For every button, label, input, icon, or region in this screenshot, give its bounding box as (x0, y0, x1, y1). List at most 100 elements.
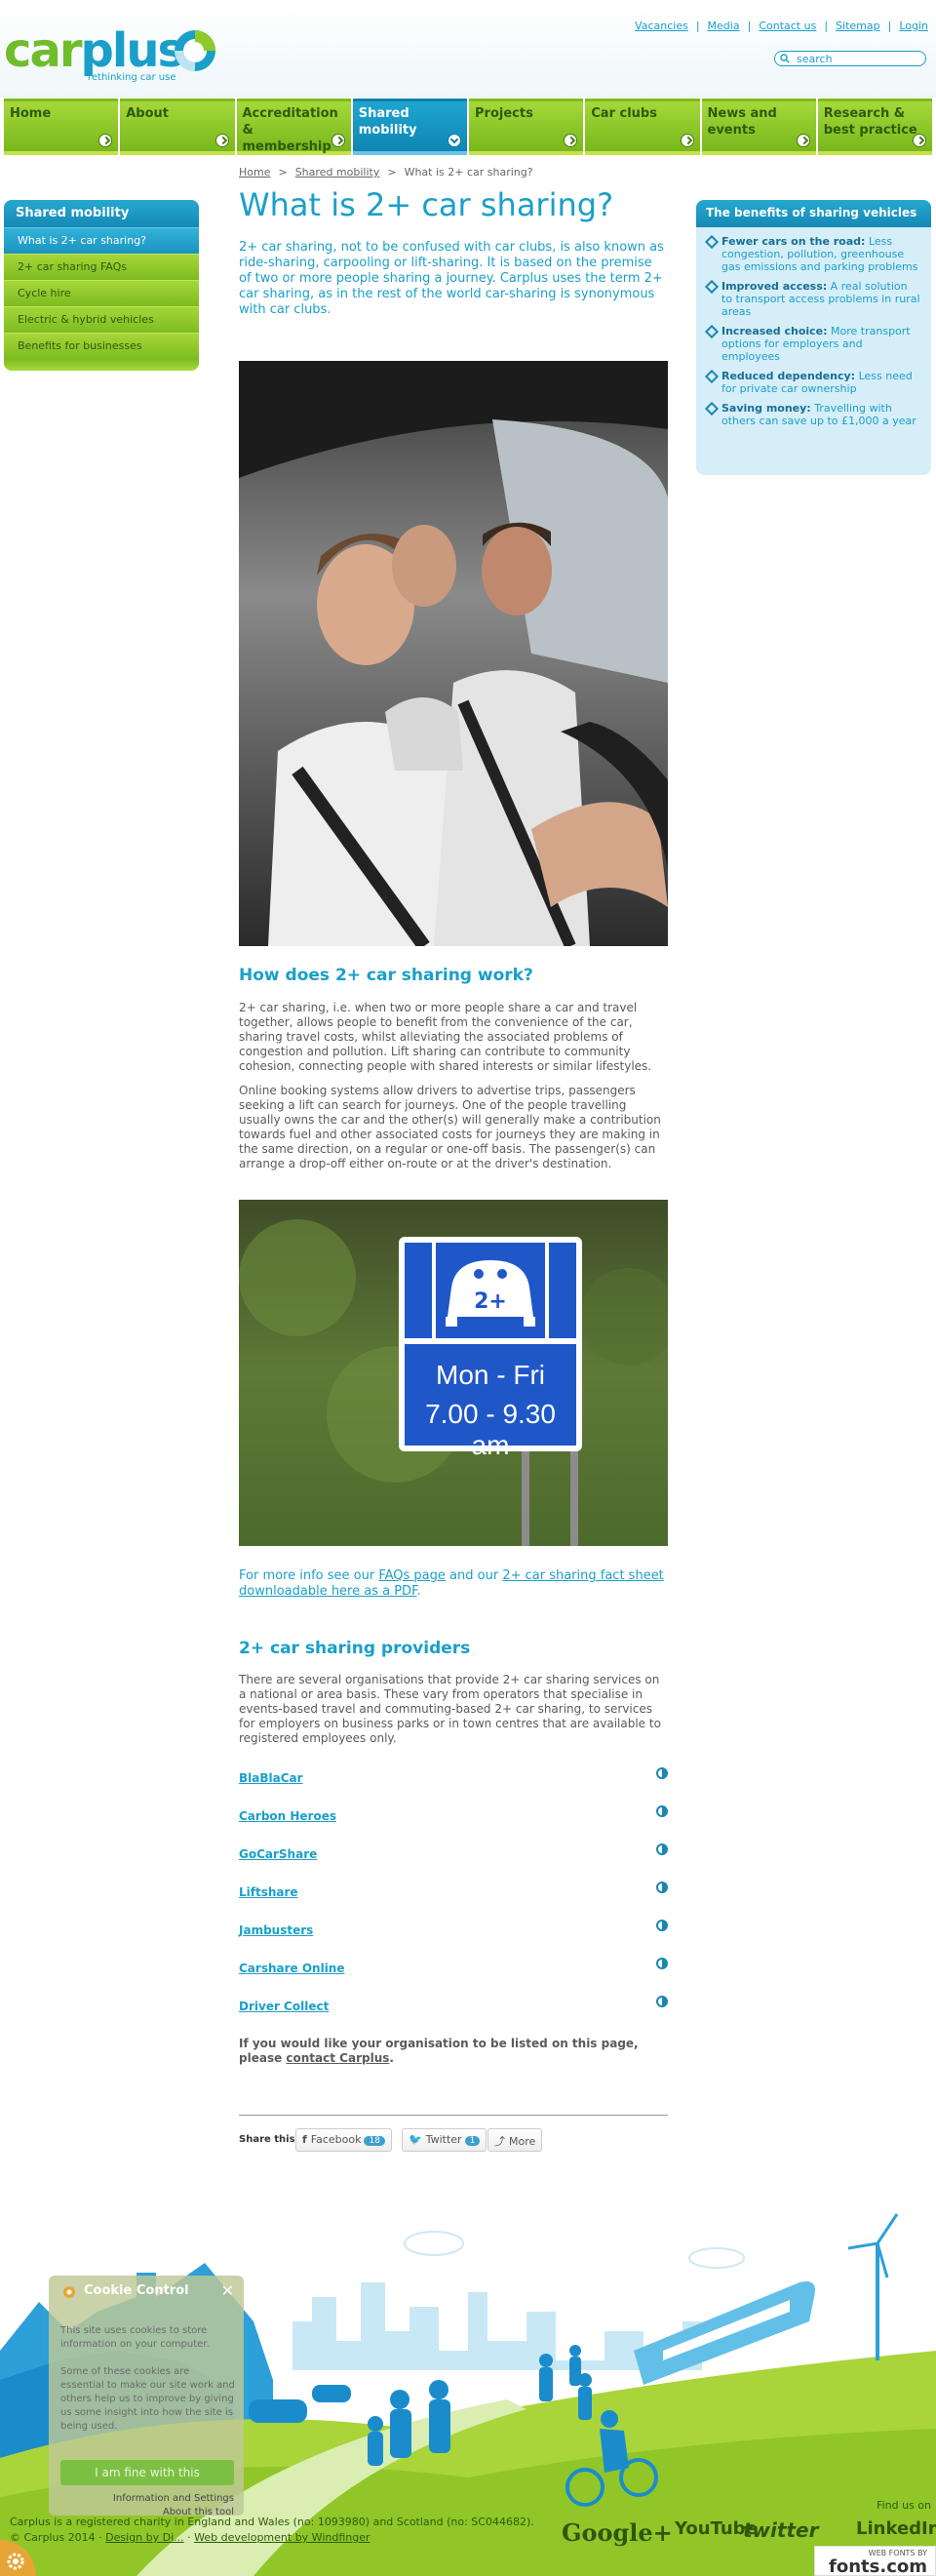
section-sidebar: Shared mobility What is 2+ car sharing? … (4, 200, 199, 371)
toplink-separator: | (824, 20, 829, 32)
nav-label: Shared mobility (358, 106, 417, 138)
expand-toggle-icon[interactable] (656, 1767, 668, 1779)
cookie-about-link[interactable]: About this tool (113, 2506, 234, 2519)
listing-text: . (389, 2051, 394, 2065)
benefit-item: Improved access: A real solution to tran… (706, 280, 921, 318)
provider-link-jambusters[interactable]: Jambusters (239, 1923, 313, 1937)
nav-car-clubs[interactable]: Car clubs (585, 99, 700, 155)
dev-credit-link[interactable]: Web development by Windfinger (194, 2531, 370, 2544)
breadcrumb-home[interactable]: Home (239, 166, 270, 178)
facebook-label: Facebook (310, 2133, 362, 2146)
benefit-item: Increased choice: More transport options… (706, 325, 921, 363)
benefits-title: The benefits of sharing vehicles (696, 200, 931, 227)
provider-row: Carshare Online (239, 1958, 668, 1979)
search-box (774, 51, 926, 66)
nav-shared-mobility[interactable]: Shared mobility (352, 99, 467, 155)
benefit-term: Fewer cars on the road: (722, 235, 866, 248)
nav-label: Accreditation & membership (242, 106, 338, 154)
more-info-text: and our (445, 1568, 503, 1583)
benefit-item: Reduced dependency: Less need for privat… (706, 370, 921, 395)
facebook-share-button[interactable]: f Facebook 18 (295, 2128, 392, 2152)
sidebar-title[interactable]: Shared mobility (4, 200, 199, 227)
expand-toggle-icon[interactable] (656, 1958, 668, 1969)
provider-link-carshare-online[interactable]: Carshare Online (239, 1962, 345, 1975)
cookie-title: Cookie Control (84, 2283, 189, 2298)
arrow-right-icon (680, 134, 694, 147)
nav-label: News and events (707, 106, 777, 138)
search-icon[interactable] (780, 54, 790, 63)
road-sign-photo: 2+ Mon - Fri 7.00 - 9.30 am (239, 1200, 668, 1546)
toplink-contact[interactable]: Contact us (759, 20, 816, 32)
share-icon: ⤴ (494, 2135, 505, 2148)
google-plus-link[interactable]: Google+ (562, 2518, 673, 2547)
expand-toggle-icon[interactable] (656, 1843, 668, 1855)
provider-link-driver-collect[interactable]: Driver Collect (239, 2000, 329, 2013)
arrow-right-icon (796, 134, 810, 147)
toplink-login[interactable]: Login (899, 20, 928, 32)
sidebar-item-electric-hybrid[interactable]: Electric & hybrid vehicles (4, 306, 199, 333)
arrow-right-icon (214, 134, 229, 147)
nav-home[interactable]: Home (4, 99, 119, 155)
provider-link-gocarshare[interactable]: GoCarShare (239, 1847, 317, 1861)
benefit-item: Saving money: Travelling with others can… (706, 402, 921, 427)
provider-row: GoCarShare (239, 1843, 668, 1865)
close-icon[interactable]: ✕ (221, 2281, 234, 2300)
sidebar-item-businesses[interactable]: Benefits for businesses (4, 333, 199, 359)
twitter-share-button[interactable]: 🐦 Twitter 1 (402, 2128, 488, 2152)
design-credit-link[interactable]: Design by Di... (105, 2531, 183, 2544)
breadcrumb-separator: > (387, 166, 397, 178)
twitter-label: Twitter (425, 2133, 462, 2146)
expand-toggle-icon[interactable] (656, 1882, 668, 1893)
search-input[interactable] (797, 52, 921, 65)
provider-row: Driver Collect (239, 1996, 668, 2017)
benefit-term: Saving money: (722, 402, 811, 415)
nav-accreditation[interactable]: Accreditation & membership (236, 99, 351, 155)
faqs-page-link[interactable]: FAQs page (378, 1568, 446, 1583)
toplink-sitemap[interactable]: Sitemap (836, 20, 880, 32)
logo-wordmark: carplus (4, 23, 186, 78)
breadcrumb-section[interactable]: Shared mobility (295, 166, 380, 178)
section-heading-how: How does 2+ car sharing work? (239, 966, 533, 985)
provider-link-liftshare[interactable]: Liftshare (239, 1885, 298, 1899)
toplink-vacancies[interactable]: Vacancies (635, 20, 688, 32)
benefits-box: The benefits of sharing vehicles Fewer c… (696, 200, 931, 475)
expand-toggle-icon[interactable] (656, 1805, 668, 1817)
sidebar-item-what-is-car-sharing[interactable]: What is 2+ car sharing? (4, 227, 199, 254)
nav-projects[interactable]: Projects (469, 99, 584, 155)
provider-row: Jambusters (239, 1920, 668, 1941)
nav-label: Research & best practice (823, 106, 917, 138)
providers-intro: There are several organisations that pro… (239, 1673, 661, 1745)
accept-cookies-button[interactable]: I am fine with this (60, 2460, 234, 2485)
twitter-link[interactable]: twitter (743, 2518, 818, 2542)
logo-plus-text: plus (80, 23, 186, 78)
sidebar-item-faqs[interactable]: 2+ car sharing FAQs (4, 254, 199, 280)
site-header: carplus rethinking car use Vacancies | Med… (0, 0, 936, 98)
toplink-media[interactable]: Media (708, 20, 740, 32)
sign-days: Mon - Fri (436, 1360, 545, 1390)
nav-about[interactable]: About (120, 99, 235, 155)
fonts-com-badge[interactable]: WEB FONTS BY fonts.com (814, 2546, 936, 2576)
nav-news-events[interactable]: News and events (701, 99, 816, 155)
contact-carplus-link[interactable]: contact Carplus (286, 2051, 389, 2065)
expand-toggle-icon[interactable] (656, 1920, 668, 1931)
benefits-list: Fewer cars on the road: Less congestion,… (696, 227, 931, 427)
breadcrumb-separator: > (278, 166, 288, 178)
share-label: Share this: (239, 2134, 299, 2145)
car-sharing-photo (239, 361, 668, 946)
cookie-control-panel: Cookie Control ✕ This site uses cookies … (49, 2276, 244, 2519)
main-content: Home > Shared mobility > What is 2+ car shar… (239, 166, 668, 2152)
cookie-settings: Information and Settings About this tool (113, 2492, 234, 2519)
nav-label: Home (10, 106, 52, 121)
cookie-settings-link[interactable]: Information and Settings (113, 2492, 234, 2506)
nav-label: Car clubs (591, 106, 657, 121)
provider-link-blablacar[interactable]: BlaBlaCar (239, 1771, 303, 1785)
arrow-right-icon (98, 134, 113, 147)
expand-toggle-icon[interactable] (656, 1996, 668, 2007)
more-share-button[interactable]: ⤴ More (488, 2128, 543, 2152)
linkedin-link[interactable]: LinkedIn (856, 2518, 936, 2539)
sidebar-item-cycle-hire[interactable]: Cycle hire (4, 280, 199, 306)
carplus-logo[interactable]: carplus rethinking car use (4, 23, 218, 84)
nav-research[interactable]: Research & best practice (817, 99, 932, 155)
provider-link-carbon-heroes[interactable]: Carbon Heroes (239, 1809, 336, 1823)
sign-hours: 7.00 - 9.30 am (425, 1399, 556, 1460)
